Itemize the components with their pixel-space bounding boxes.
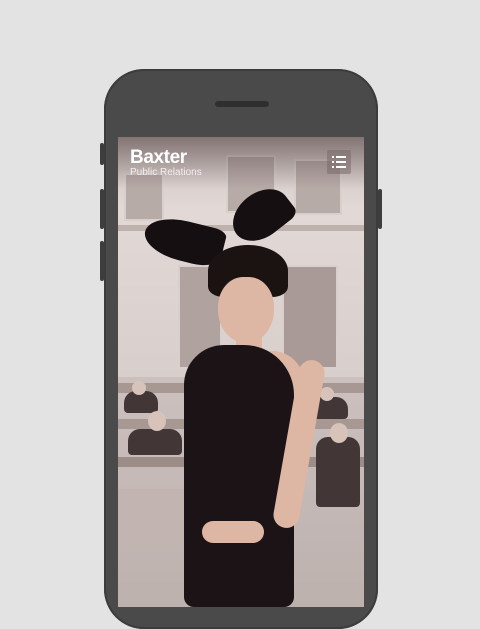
phone-volume-up-button: [100, 189, 104, 229]
background-window: [282, 265, 338, 369]
background-person-head: [320, 387, 334, 401]
logo-title[interactable]: Baxter: [130, 148, 187, 168]
model-black-dress: [184, 345, 294, 607]
background-person-head: [148, 411, 166, 431]
phone-volume-down-button: [100, 241, 104, 281]
site-header: Baxter Public Relations: [118, 137, 364, 189]
background-person: [316, 437, 360, 507]
menu-button[interactable]: [327, 150, 351, 174]
background-person-head: [330, 423, 348, 443]
phone-mute-switch: [100, 143, 104, 165]
phone-speaker: [215, 101, 269, 107]
model-hand: [202, 521, 264, 543]
background-person: [128, 429, 182, 455]
phone-screen: Baxter Public Relations: [118, 137, 364, 607]
phone-power-button: [378, 189, 382, 229]
logo-subtitle: Public Relations: [130, 167, 202, 178]
background-person-head: [132, 381, 146, 395]
phone-frame: Baxter Public Relations: [100, 69, 382, 629]
hamburger-menu-icon: [332, 156, 346, 168]
